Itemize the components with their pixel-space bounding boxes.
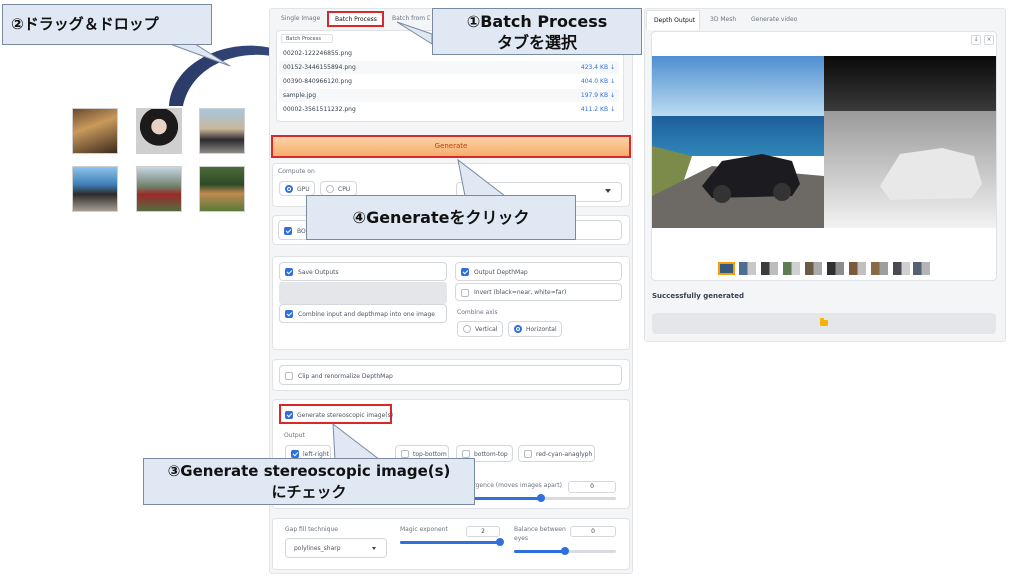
step2-pointer [169,43,231,67]
step3-line1: ③Generate stereoscopic image(s) [167,462,451,480]
step4-pointer [457,158,507,197]
step3-pointer [332,422,382,461]
step4-text: ④Generateをクリック [352,208,530,227]
step1-callout: ①Batch Process タブを選択 [432,8,642,55]
step4-callout: ④Generateをクリック [306,195,576,240]
step2-callout: ②ドラッグ＆ドロップ [2,4,212,45]
step1-pointer [396,21,433,45]
step2-text: ②ドラッグ＆ドロップ [11,15,159,33]
step1-line1: ①Batch Process [466,12,608,31]
step1-line2: タブを選択 [496,33,577,52]
step3-line2: にチェック [271,483,347,501]
step3-callout: ③Generate stereoscopic image(s) にチェック [143,458,475,505]
